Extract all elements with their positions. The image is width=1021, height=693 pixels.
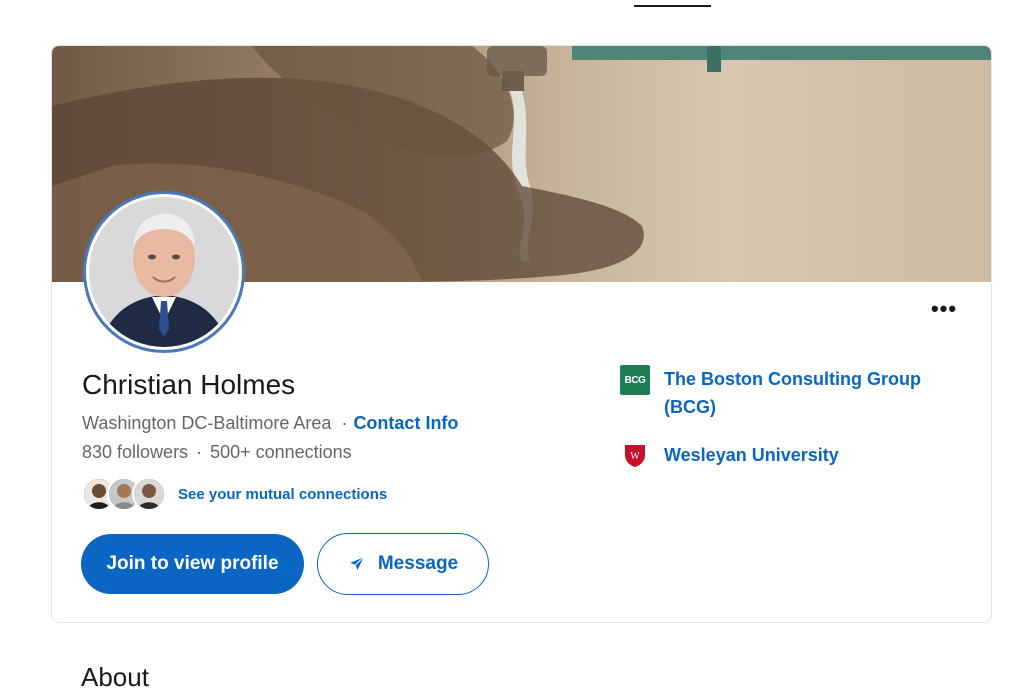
separator-dot: ·: [341, 413, 348, 433]
about-heading: About: [81, 662, 149, 692]
wesleyan-shield-icon: W: [625, 445, 645, 467]
education-name: Wesleyan University: [664, 445, 839, 465]
followers-count: 830 followers: [82, 442, 189, 462]
mutual-connections-link[interactable]: See your mutual connections: [178, 486, 387, 503]
send-icon: [350, 556, 364, 570]
experience-item-wesleyan[interactable]: W Wesleyan University: [620, 441, 839, 471]
experience-name: The Boston Consulting Group (BCG): [664, 369, 921, 417]
join-to-view-profile-button[interactable]: Join to view profile: [81, 534, 304, 594]
bcg-logo-mark: BCG: [620, 365, 650, 395]
location-text: Washington DC-Baltimore Area: [82, 413, 332, 433]
bcg-logo: BCG: [620, 365, 650, 395]
profile-name: Christian Holmes: [82, 369, 296, 400]
mutual-connections[interactable]: See your mutual connections: [82, 476, 387, 512]
experience-item-bcg[interactable]: BCG The Boston Consulting Group (BCG): [620, 365, 954, 421]
more-actions-button[interactable]: •••: [924, 294, 964, 324]
connections-count: 500+ connections: [210, 442, 352, 462]
active-tab-indicator: [634, 5, 711, 7]
message-label: Message: [377, 553, 459, 574]
mutual-avatar: [132, 477, 166, 511]
wesleyan-logo: W: [620, 441, 650, 471]
more-icon: •••: [930, 296, 958, 321]
mutual-avatars: [82, 476, 170, 512]
stats-line: 830 followers · 500+ connections: [82, 442, 352, 463]
contact-info-link[interactable]: Contact Info: [353, 413, 458, 433]
separator-dot: ·: [196, 442, 203, 462]
wesleyan-logo-text: W: [630, 451, 640, 462]
message-button[interactable]: Message: [317, 533, 489, 595]
profile-avatar[interactable]: [83, 191, 245, 353]
profile-photo: [89, 197, 239, 347]
profile-card: ••• Christian Holmes Washington DC-Balti…: [51, 45, 992, 623]
location-line: Washington DC-Baltimore Area · Contact Inf…: [82, 413, 458, 434]
